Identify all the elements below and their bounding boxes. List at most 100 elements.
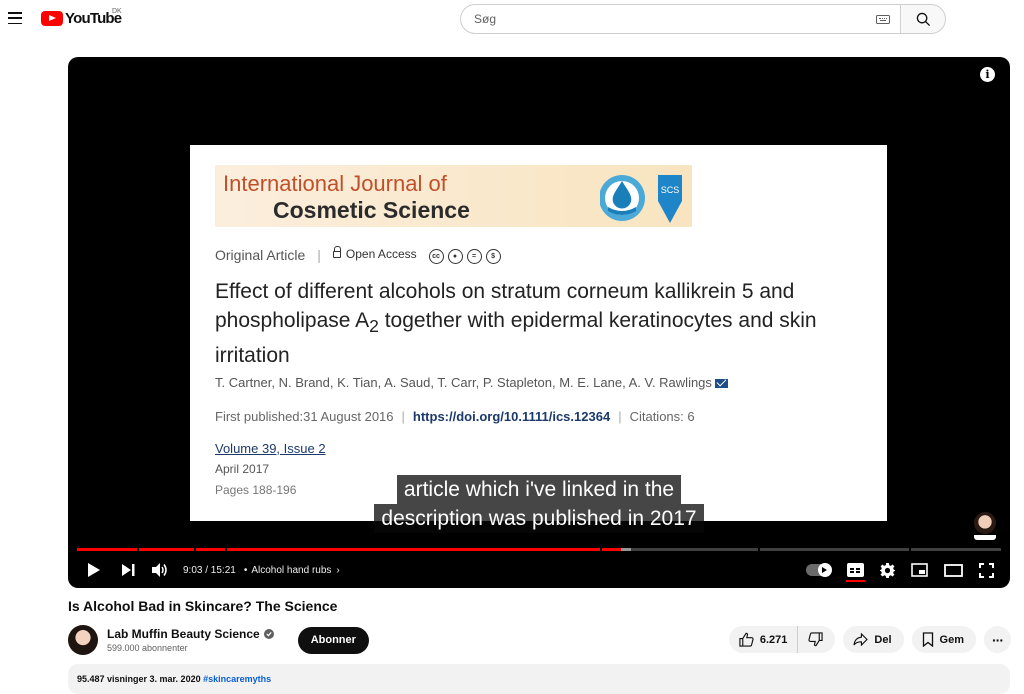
subtitles-button[interactable] (846, 563, 865, 582)
dislike-button[interactable] (798, 626, 835, 653)
chapter-marker (757, 548, 760, 551)
subtitle-line-2: description was published in 2017 (374, 504, 704, 533)
subtitle-line-1: article which i've linked in the (396, 475, 682, 504)
lock-icon (332, 245, 341, 258)
channel-owner: Lab Muffin Beauty Science 599.000 abonne… (68, 624, 369, 656)
action-buttons: 6.271 Del Gem ··· (728, 626, 1011, 653)
search-box (460, 4, 900, 34)
play-icon (88, 563, 100, 577)
verified-icon (263, 629, 274, 639)
menu-icon[interactable] (8, 12, 22, 24)
right-controls (806, 557, 994, 583)
volume-button[interactable] (152, 557, 168, 583)
by-icon: ● (447, 249, 463, 264)
subscribe-button[interactable]: Abonner (297, 626, 369, 654)
cc-icon: cc (428, 249, 444, 264)
article-type: Original Article (215, 246, 306, 263)
nc-icon: $ (485, 249, 501, 264)
channel-name-row: Lab Muffin Beauty Science (107, 627, 274, 641)
time-display: 9:03 / 15:21 (183, 564, 236, 576)
chapter-marker (908, 548, 911, 551)
chevron-right-icon: › (336, 564, 340, 576)
chapter-title[interactable]: • Alcohol hand rubs › (240, 565, 340, 576)
chapter-label: Alcohol hand rubs (251, 564, 332, 576)
views-and-date: 95.487 visninger 3. mar. 2020 (77, 674, 204, 684)
share-icon (853, 633, 869, 646)
theater-mode-button[interactable] (944, 557, 963, 583)
more-icon: ··· (992, 631, 1004, 648)
chapter-marker (599, 548, 602, 551)
volume-icon (152, 563, 167, 577)
article-meta: Original Article | Open Access cc ● = $ (215, 245, 501, 264)
miniplayer-icon (911, 563, 928, 577)
divider: | (317, 246, 321, 263)
settings-button[interactable] (880, 557, 895, 583)
channel-watermark[interactable] (974, 512, 996, 540)
video-frame-slide: International Journal of Cosmetic Scienc… (190, 145, 887, 521)
channel-info: Lab Muffin Beauty Science 599.000 abonne… (107, 627, 274, 653)
next-button[interactable] (122, 557, 135, 583)
channel-name[interactable]: Lab Muffin Beauty Science (107, 627, 260, 641)
authors-text: T. Cartner, N. Brand, K. Tian, A. Saud, … (215, 375, 712, 390)
search-button[interactable] (900, 4, 946, 34)
subscriber-count: 599.000 abonnenter (107, 643, 188, 653)
hashtag-link[interactable]: #skincaremyths (203, 674, 271, 684)
thumbs-up-icon (739, 632, 754, 647)
share-label: Del (874, 633, 892, 646)
search-bar (460, 4, 946, 34)
fullscreen-button[interactable] (979, 557, 994, 583)
keyboard-icon[interactable] (876, 14, 890, 24)
watermark-avatar (974, 512, 996, 534)
avatar[interactable] (68, 625, 98, 655)
progress-played (77, 548, 622, 551)
subtitles-active-indicator (846, 579, 865, 582)
article-title: Effect of different alcohols on stratum … (215, 277, 875, 370)
search-input[interactable] (474, 12, 876, 26)
gear-icon (880, 562, 895, 578)
description-box[interactable]: 95.487 visninger 3. mar. 2020 #skincarem… (68, 664, 1010, 694)
youtube-logo[interactable]: YouTube (41, 10, 122, 27)
video-player[interactable]: i International Journal of Cosmetic Scie… (68, 57, 1010, 588)
nd-icon: = (466, 249, 482, 264)
top-bar: YouTube DK (0, 0, 1024, 40)
like-count: 6.271 (759, 633, 788, 646)
open-access-label: Open Access (345, 247, 417, 261)
divider: | (618, 409, 622, 424)
autoplay-toggle[interactable] (806, 563, 832, 577)
progress-bar[interactable] (77, 548, 1001, 551)
like-button[interactable]: 6.271 (729, 626, 799, 653)
mail-icon (714, 379, 728, 389)
youtube-play-icon (41, 11, 63, 26)
more-actions-button[interactable]: ··· (984, 626, 1011, 653)
bookmark-icon (922, 632, 933, 647)
play-button[interactable] (87, 557, 100, 583)
journal-logo-icon: SCS (600, 175, 682, 223)
article-authors: T. Cartner, N. Brand, K. Tian, A. Saud, … (215, 375, 728, 390)
fullscreen-icon (979, 562, 994, 578)
like-dislike-group: 6.271 (728, 626, 836, 653)
checkmark-icon (266, 632, 272, 637)
thumbs-down-icon (808, 632, 824, 647)
journal-banner: International Journal of Cosmetic Scienc… (215, 165, 692, 227)
article-volume: Volume 39, Issue 2 (215, 441, 326, 456)
autoplay-play-icon (822, 567, 827, 573)
miniplayer-button[interactable] (911, 557, 928, 583)
license-icons: cc ● = $ (428, 249, 501, 264)
info-icon[interactable]: i (980, 67, 995, 82)
first-published: First published:31 August 2016 (215, 409, 394, 424)
open-access: Open Access cc ● = $ (332, 245, 501, 264)
chapter-marker (137, 548, 140, 551)
theater-icon (944, 563, 963, 577)
journal-logo-text: SCS (661, 185, 680, 195)
country-code: DK (112, 8, 122, 15)
video-title: Is Alcohol Bad in Skincare? The Science (68, 598, 338, 614)
search-icon (916, 12, 930, 26)
article-date: April 2017 (215, 462, 270, 476)
share-button[interactable]: Del (843, 626, 904, 653)
journal-name-line2: Cosmetic Science (273, 197, 470, 223)
save-label: Gem (939, 633, 964, 646)
doi-link: https://doi.org/10.1111/ics.12364 (412, 409, 611, 424)
next-icon (122, 564, 135, 576)
article-publication: First published:31 August 2016 | https:/… (215, 409, 695, 424)
save-button[interactable]: Gem (911, 626, 976, 653)
